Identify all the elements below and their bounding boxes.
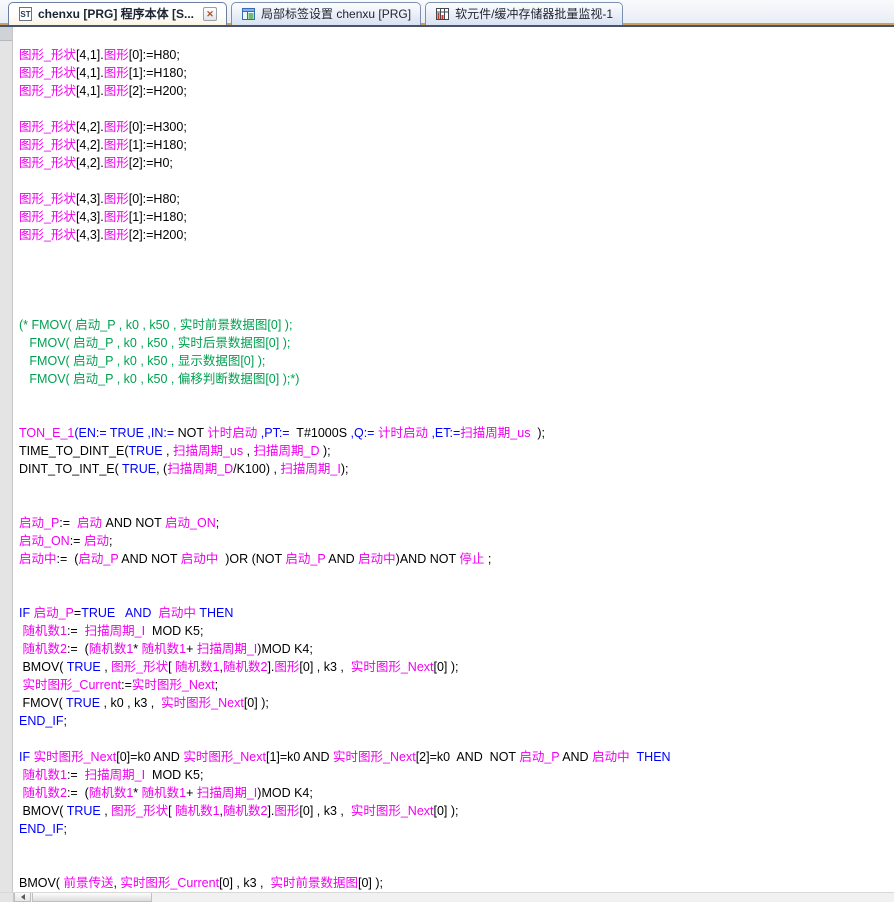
- scrollbar-thumb[interactable]: [32, 893, 152, 902]
- code-line[interactable]: 随机数2:= (随机数1* 随机数1+ 扫描周期_I)MOD K4;: [19, 640, 894, 658]
- code-line[interactable]: [19, 856, 894, 874]
- code-line[interactable]: [19, 496, 894, 514]
- code-line[interactable]: 图形_形状[4,2].图形[0]:=H300;: [19, 118, 894, 136]
- tab-label: chenxu [PRG] 程序本体 [S...: [38, 7, 194, 21]
- code-line[interactable]: FMOV( 启动_P , k0 , k50 , 实时后景数据图[0] );: [19, 334, 894, 352]
- code-line[interactable]: [19, 280, 894, 298]
- code-line[interactable]: [19, 586, 894, 604]
- code-editor[interactable]: 图形_形状[4,1].图形[0]:=H80;图形_形状[4,1].图形[1]:=…: [13, 27, 894, 892]
- code-line[interactable]: [19, 172, 894, 190]
- code-line[interactable]: FMOV( TRUE , k0 , k3 , 实时图形_Next[0] );: [19, 694, 894, 712]
- code-line[interactable]: 图形_形状[4,2].图形[1]:=H180;: [19, 136, 894, 154]
- code-line[interactable]: IF 启动_P=TRUE AND 启动中 THEN: [19, 604, 894, 622]
- code-line[interactable]: END_IF;: [19, 712, 894, 730]
- code-line[interactable]: [19, 298, 894, 316]
- code-line[interactable]: [19, 406, 894, 424]
- code-line[interactable]: 随机数1:= 扫描周期_I MOD K5;: [19, 766, 894, 784]
- code-line[interactable]: 实时图形_Current:=实时图形_Next;: [19, 676, 894, 694]
- code-line[interactable]: IF 实时图形_Next[0]=k0 AND 实时图形_Next[1]=k0 A…: [19, 748, 894, 766]
- code-line[interactable]: 随机数2:= (随机数1* 随机数1+ 扫描周期_I)MOD K4;: [19, 784, 894, 802]
- device-monitor-icon: [435, 7, 450, 21]
- code-line[interactable]: 图形_形状[4,3].图形[0]:=H80;: [19, 190, 894, 208]
- tab-close-button[interactable]: ✕: [203, 7, 217, 21]
- code-line[interactable]: 图形_形状[4,1].图形[0]:=H80;: [19, 46, 894, 64]
- gutter-cap: [0, 27, 12, 41]
- tab-program-body[interactable]: ST chenxu [PRG] 程序本体 [S... ✕: [8, 2, 227, 25]
- horizontal-scrollbar[interactable]: [0, 892, 894, 902]
- code-line[interactable]: 图形_形状[4,3].图形[1]:=H180;: [19, 208, 894, 226]
- code-line[interactable]: [19, 730, 894, 748]
- code-line[interactable]: 图形_形状[4,1].图形[2]:=H200;: [19, 82, 894, 100]
- tab-label: 局部标签设置 chenxu [PRG]: [261, 7, 411, 21]
- code-line[interactable]: END_IF;: [19, 820, 894, 838]
- code-line[interactable]: [19, 478, 894, 496]
- tab-device-buffer-monitor[interactable]: 软元件/缓冲存储器批量监视-1: [425, 2, 623, 25]
- code-line[interactable]: 启动_ON:= 启动;: [19, 532, 894, 550]
- code-line[interactable]: TON_E_1(EN:= TRUE ,IN:= NOT 计时启动 ,PT:= T…: [19, 424, 894, 442]
- code-line[interactable]: [19, 100, 894, 118]
- label-settings-icon: [241, 7, 256, 21]
- editor-gutter: [0, 27, 13, 892]
- code-line[interactable]: FMOV( 启动_P , k0 , k50 , 显示数据图[0] );: [19, 352, 894, 370]
- document-tab-bar: ST chenxu [PRG] 程序本体 [S... ✕ 局部标签设置 chen…: [0, 0, 894, 27]
- st-program-icon: ST: [18, 7, 33, 21]
- code-line[interactable]: 图形_形状[4,1].图形[1]:=H180;: [19, 64, 894, 82]
- code-line[interactable]: BMOV( TRUE , 图形_形状[ 随机数1,随机数2].图形[0] , k…: [19, 802, 894, 820]
- scrollbar-corner: [0, 893, 14, 902]
- code-line[interactable]: [19, 262, 894, 280]
- code-line[interactable]: 启动_P:= 启动 AND NOT 启动_ON;: [19, 514, 894, 532]
- code-line[interactable]: BMOV( 前景传送, 实时图形_Current[0] , k3 , 实时前景数…: [19, 874, 894, 892]
- st-editor-area[interactable]: 图形_形状[4,1].图形[0]:=H80;图形_形状[4,1].图形[1]:=…: [0, 27, 894, 892]
- code-line[interactable]: TIME_TO_DINT_E(TRUE , 扫描周期_us , 扫描周期_D )…: [19, 442, 894, 460]
- code-line[interactable]: [19, 838, 894, 856]
- scroll-left-icon: [21, 894, 25, 900]
- tab-label: 软元件/缓冲存储器批量监视-1: [455, 7, 613, 21]
- code-line[interactable]: (* FMOV( 启动_P , k0 , k50 , 实时前景数据图[0] );: [19, 316, 894, 334]
- scroll-left-button[interactable]: [14, 893, 31, 902]
- code-line[interactable]: [19, 388, 894, 406]
- code-line[interactable]: 图形_形状[4,3].图形[2]:=H200;: [19, 226, 894, 244]
- code-line[interactable]: [19, 244, 894, 262]
- tab-local-label-settings[interactable]: 局部标签设置 chenxu [PRG]: [231, 2, 421, 25]
- ide-window: ST chenxu [PRG] 程序本体 [S... ✕ 局部标签设置 chen…: [0, 0, 894, 902]
- code-line[interactable]: FMOV( 启动_P , k0 , k50 , 偏移判断数据图[0] );*): [19, 370, 894, 388]
- code-line[interactable]: [19, 568, 894, 586]
- code-line[interactable]: 启动中:= (启动_P AND NOT 启动中 )OR (NOT 启动_P AN…: [19, 550, 894, 568]
- code-line[interactable]: DINT_TO_INT_E( TRUE, (扫描周期_D/K100) , 扫描周…: [19, 460, 894, 478]
- code-line[interactable]: BMOV( TRUE , 图形_形状[ 随机数1,随机数2].图形[0] , k…: [19, 658, 894, 676]
- code-line[interactable]: 随机数1:= 扫描周期_I MOD K5;: [19, 622, 894, 640]
- code-line[interactable]: 图形_形状[4,2].图形[2]:=H0;: [19, 154, 894, 172]
- svg-text:ST: ST: [20, 10, 30, 19]
